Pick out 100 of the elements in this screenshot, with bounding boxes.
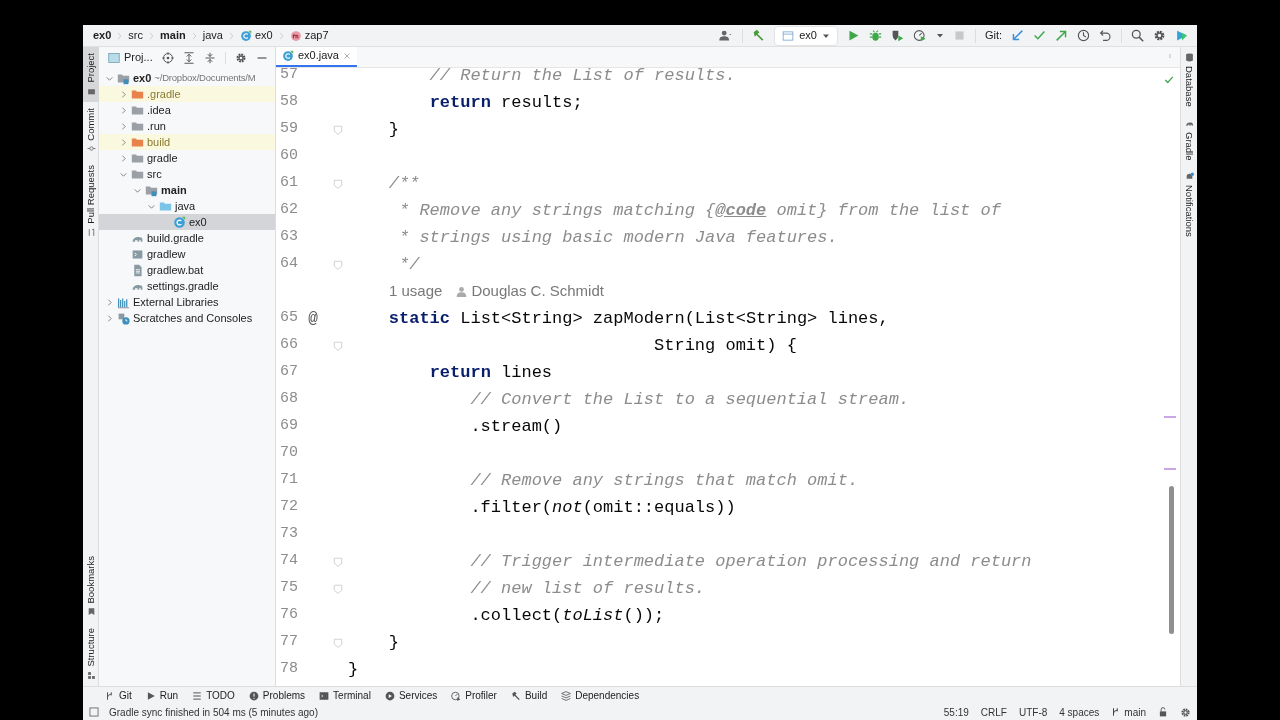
settings-icon[interactable]: [1153, 29, 1166, 42]
code-line: .stream(): [469, 416, 563, 438]
tool-window-icon: [510, 690, 521, 701]
file-encoding[interactable]: UTF-8: [1018, 704, 1048, 720]
editor-tab[interactable]: ex0.java: [276, 47, 357, 67]
tree-item[interactable]: main: [99, 182, 275, 198]
tool-window-button[interactable]: Dependencies: [561, 688, 640, 703]
code-line: }: [387, 632, 399, 654]
tree-item[interactable]: settings.gradle: [99, 278, 275, 294]
usage-hint[interactable]: 1 usage: [389, 280, 443, 303]
run-configuration-dropdown[interactable]: ex0: [774, 25, 838, 46]
play-icon[interactable]: [846, 29, 860, 42]
tree-item[interactable]: build.gradle: [99, 230, 275, 246]
tree-item[interactable]: .run: [99, 118, 275, 134]
tool-window-tab[interactable]: Notifications: [1181, 166, 1197, 243]
tool-window-icon: [1184, 53, 1194, 62]
line-separator[interactable]: CRLF: [980, 704, 1007, 720]
app-logo-icon[interactable]: [1175, 29, 1189, 42]
indent-setting[interactable]: 4 spaces: [1059, 704, 1100, 720]
tree-item[interactable]: gradle: [99, 150, 275, 166]
branch-widget[interactable]: main: [1111, 704, 1146, 720]
comment-line: * strings using basic modern Java features.: [398, 227, 838, 249]
panel-toggle-icon[interactable]: [89, 707, 99, 717]
tool-window-tab[interactable]: Database: [1181, 47, 1197, 113]
hammer-icon[interactable]: [752, 29, 766, 42]
window-icon: [782, 29, 795, 42]
collapse-all-icon[interactable]: [203, 51, 216, 64]
folder-icon: [131, 167, 144, 181]
tool-window-button[interactable]: Problems: [248, 688, 306, 703]
breadcrumb-item[interactable]: ex0: [237, 26, 275, 45]
fold-marker-icon[interactable]: [333, 124, 343, 135]
line-number: 71: [279, 470, 298, 491]
tool-window-button[interactable]: Run: [145, 688, 179, 703]
panel-icon: [108, 51, 120, 64]
bug-icon[interactable]: [868, 29, 882, 42]
tree-item[interactable]: java: [99, 198, 275, 214]
tree-item[interactable]: .idea: [99, 102, 275, 118]
tree-item[interactable]: External Libraries: [99, 294, 275, 310]
line-number: 68: [279, 389, 298, 410]
comment-line: /**: [387, 173, 420, 195]
fold-marker-icon[interactable]: [333, 556, 343, 567]
tool-window-button[interactable]: Terminal: [319, 688, 371, 703]
tree-item[interactable]: gradlew: [99, 246, 275, 262]
tool-window-button[interactable]: Services: [384, 688, 438, 703]
breadcrumb-item[interactable]: ex0: [91, 26, 114, 45]
tree-item[interactable]: gradlew.bat: [99, 262, 275, 278]
breadcrumb-item[interactable]: main: [158, 26, 188, 45]
breadcrumb-item[interactable]: src: [126, 26, 146, 45]
tool-window-button[interactable]: Git: [105, 688, 132, 703]
fold-marker-icon[interactable]: [333, 340, 343, 351]
author-hint[interactable]: Douglas C. Schmidt: [456, 280, 604, 303]
fold-marker-icon[interactable]: [333, 259, 343, 270]
search-icon[interactable]: [1131, 29, 1144, 42]
tree-item[interactable]: src: [99, 166, 275, 182]
fold-marker-icon[interactable]: [333, 637, 343, 648]
tool-window-tab[interactable]: Bookmarks: [83, 549, 99, 623]
update-arrow-icon[interactable]: [1011, 29, 1024, 42]
comment-line: // Remove any strings that match omit.: [469, 470, 859, 492]
clock-icon[interactable]: [1077, 29, 1090, 42]
scrollbar-thumb[interactable]: [1169, 486, 1174, 634]
tool-window-button[interactable]: Build: [510, 688, 548, 703]
breadcrumb-item[interactable]: java: [200, 26, 225, 45]
push-arrow-icon[interactable]: [1055, 29, 1068, 42]
tool-window-button[interactable]: Profiler: [451, 688, 497, 703]
caret-position[interactable]: 55:19: [943, 704, 969, 720]
tree-item[interactable]: .gradle: [99, 86, 275, 102]
tool-window-icon: [86, 86, 96, 96]
tool-window-tab[interactable]: Gradle: [1181, 112, 1197, 167]
tool-window-tab[interactable]: Project: [83, 47, 99, 102]
line-number: 72: [279, 497, 298, 518]
lock-icon[interactable]: [1158, 707, 1168, 717]
close-icon[interactable]: [343, 51, 351, 60]
settings-icon[interactable]: [234, 51, 247, 64]
code-line: .collect(toList());: [469, 605, 665, 627]
fold-marker-icon[interactable]: [333, 583, 343, 594]
gauge-play-icon[interactable]: [912, 29, 927, 42]
project-view-dropdown[interactable]: Proj...: [108, 49, 153, 66]
undo-icon[interactable]: [1099, 29, 1112, 42]
tool-window-tab[interactable]: Pull Requests: [83, 159, 99, 243]
tool-window-button[interactable]: TODO: [192, 688, 235, 703]
shield-play-icon[interactable]: [890, 29, 904, 42]
line-number: 77: [279, 632, 298, 653]
check-icon[interactable]: [1033, 29, 1046, 42]
class-icon: [239, 29, 252, 42]
expand-all-icon[interactable]: [182, 51, 195, 64]
user-icon[interactable]: [717, 29, 734, 42]
annotation-marker[interactable]: @: [308, 306, 318, 331]
tree-item[interactable]: build: [99, 134, 275, 150]
check-icon[interactable]: [1164, 75, 1174, 85]
breadcrumb-item[interactable]: zap7: [287, 26, 331, 45]
crosshair-icon[interactable]: [161, 51, 174, 64]
status-message[interactable]: Gradle sync finished in 504 ms (5 minutes ago): [109, 704, 318, 720]
line-number: 67: [279, 362, 298, 383]
fold-marker-icon[interactable]: [333, 178, 343, 189]
tree-item[interactable]: ex0 ~/Dropbox/Documents/M: [99, 70, 275, 86]
gear-icon[interactable]: [1180, 706, 1191, 718]
tool-window-tab[interactable]: Structure: [83, 622, 99, 686]
tool-window-tab[interactable]: Commit: [83, 101, 99, 160]
tree-item[interactable]: ex0: [99, 214, 275, 230]
tree-item[interactable]: Scratches and Consoles: [99, 310, 275, 326]
